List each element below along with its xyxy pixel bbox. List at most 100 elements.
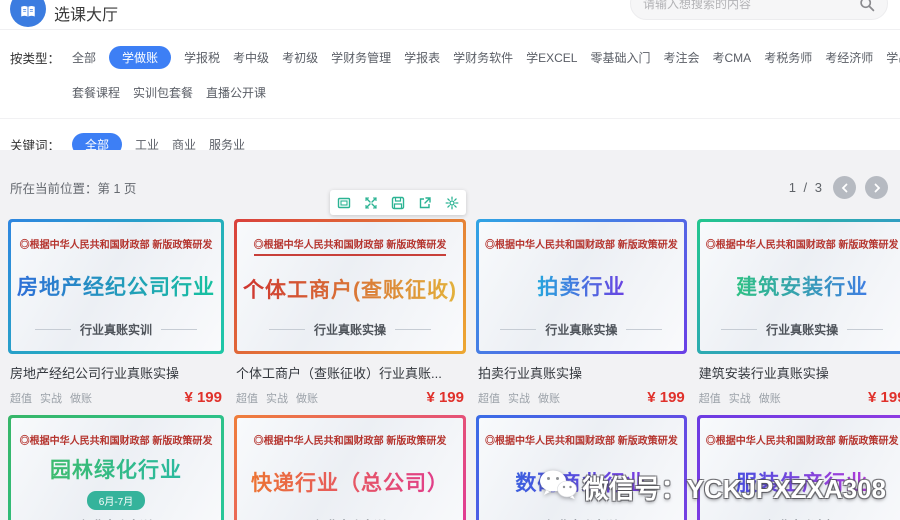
course-card: ◎根据中华人民共和国财政部 新版政策研发 个体工商户(查账征收) 行业真账实操 … bbox=[234, 219, 466, 406]
type-tab-cma[interactable]: 考CMA bbox=[713, 46, 752, 69]
banner-policy-text: ◎根据中华人民共和国财政部 新版政策研发 bbox=[254, 432, 447, 447]
search-box[interactable] bbox=[630, 0, 888, 20]
banner-subtitle: 行业真账实操 bbox=[500, 321, 662, 338]
chevron-right-icon bbox=[872, 183, 882, 193]
banner-subtitle: 行业真账实操 bbox=[721, 321, 883, 338]
banner-policy-text: ◎根据中华人民共和国财政部 新版政策研发 bbox=[706, 432, 899, 447]
pagination: 1 / 3 bbox=[789, 176, 888, 199]
banner-title: 服装生产行业 bbox=[736, 467, 868, 497]
type-filter-label: 按类型： bbox=[10, 48, 72, 67]
course-card: ◎根据中华人民共和国财政部 新版政策研发 服装生产行业 行业真账实操 bbox=[697, 415, 900, 520]
course-banner[interactable]: ◎根据中华人民共和国财政部 新版政策研发 园林绿化行业 6月-7月 行业真账实训 bbox=[8, 415, 224, 520]
type-tab-excel[interactable]: 学EXCEL bbox=[526, 46, 577, 69]
book-icon bbox=[10, 0, 46, 27]
type-tab-zero-basis[interactable]: 零基础入门 bbox=[590, 46, 650, 69]
course-banner[interactable]: ◎根据中华人民共和国财政部 新版政策研发 房地产经纪公司行业 行业真账实训 bbox=[8, 219, 224, 354]
type-tab-economist[interactable]: 考经济师 bbox=[825, 46, 873, 69]
settings-icon[interactable] bbox=[445, 196, 459, 210]
tag: 做账 bbox=[70, 390, 92, 406]
type-tab-cashier[interactable]: 学出纳 bbox=[886, 46, 900, 69]
type-tab-all[interactable]: 全部 bbox=[72, 46, 96, 69]
tag: 超值 bbox=[478, 390, 500, 406]
banner-title: 快递行业（总公司） bbox=[251, 467, 449, 497]
course-card: ◎根据中华人民共和国财政部 新版政策研发 建筑安装行业 行业真账实操 建筑安装行… bbox=[697, 219, 900, 406]
tag: 做账 bbox=[759, 390, 781, 406]
banner-subtitle: 行业真账实操 bbox=[269, 321, 431, 338]
page-count: 1 / 3 bbox=[789, 180, 824, 195]
type-tab-training-package[interactable]: 实训包套餐 bbox=[133, 81, 193, 104]
banner-policy-text: ◎根据中华人民共和国财政部 新版政策研发 bbox=[485, 236, 678, 251]
banner-title: 个体工商户(查账征收) bbox=[243, 274, 457, 304]
tag: 做账 bbox=[538, 390, 560, 406]
banner-title: 建筑安装行业 bbox=[736, 271, 868, 301]
banner-subtitle: 行业真账实训 bbox=[35, 321, 197, 338]
course-tags: 超值 实战 做账 bbox=[236, 390, 318, 406]
current-location-text: 所在当前位置：第 1 页 bbox=[10, 178, 136, 197]
banner-title: 数码商业行业 bbox=[515, 467, 647, 497]
course-banner[interactable]: ◎根据中华人民共和国财政部 新版政策研发 建筑安装行业 行业真账实操 bbox=[697, 219, 900, 354]
chevron-left-icon bbox=[840, 183, 850, 193]
banner-policy-text: ◎根据中华人民共和国财政部 新版政策研发 bbox=[485, 432, 678, 447]
course-card: ◎根据中华人民共和国财政部 新版政策研发 数码商业行业 行业真账实训 bbox=[476, 415, 687, 520]
course-banner[interactable]: ◎根据中华人民共和国财政部 新版政策研发 拍卖行业 行业真账实操 bbox=[476, 219, 687, 354]
type-tab-beginner[interactable]: 考初级 bbox=[282, 46, 318, 69]
tag: 实战 bbox=[40, 390, 62, 406]
banner-policy-text: ◎根据中华人民共和国财政部 新版政策研发 bbox=[254, 236, 447, 256]
type-tab-cpa[interactable]: 考注会 bbox=[664, 46, 700, 69]
tag: 做账 bbox=[296, 390, 318, 406]
page-title: 选课大厅 bbox=[54, 1, 118, 25]
type-filter-row-1: 按类型： 全部 学做账 学报税 考中级 考初级 学财务管理 学报表 学财务软件 … bbox=[0, 46, 900, 69]
course-title-link[interactable]: 建筑安装行业真账实操 bbox=[699, 363, 900, 382]
course-banner[interactable]: ◎根据中华人民共和国财政部 新版政策研发 数码商业行业 行业真账实训 bbox=[476, 415, 687, 520]
screenshot-toolbar bbox=[330, 190, 466, 215]
tag: 实战 bbox=[508, 390, 530, 406]
course-card: ◎根据中华人民共和国财政部 新版政策研发 园林绿化行业 6月-7月 行业真账实训 bbox=[8, 415, 224, 520]
type-tab-bookkeeping[interactable]: 学做账 bbox=[109, 46, 171, 69]
search-icon[interactable] bbox=[859, 0, 875, 12]
course-info: 个体工商户（查账征收）行业真账... 超值 实战 做账 ¥ 199 bbox=[234, 354, 466, 406]
window-icon[interactable] bbox=[337, 196, 351, 210]
type-tab-tax-filing[interactable]: 学报税 bbox=[184, 46, 220, 69]
save-icon[interactable] bbox=[391, 196, 405, 210]
type-tab-financial-mgmt[interactable]: 学财务管理 bbox=[331, 46, 391, 69]
banner-policy-text: ◎根据中华人民共和国财政部 新版政策研发 bbox=[20, 432, 213, 447]
type-tab-package-course[interactable]: 套餐课程 bbox=[72, 81, 120, 104]
type-filter-row-2: 套餐课程 实训包套餐 直播公开课 bbox=[0, 81, 900, 104]
banner-title: 房地产经纪公司行业 bbox=[17, 271, 215, 301]
type-tab-reports[interactable]: 学报表 bbox=[404, 46, 440, 69]
course-title-link[interactable]: 拍卖行业真账实操 bbox=[478, 363, 685, 382]
next-page-button[interactable] bbox=[865, 176, 888, 199]
type-tab-live-open-class[interactable]: 直播公开课 bbox=[206, 81, 266, 104]
course-info: 房地产经纪公司行业真账实操 超值 实战 做账 ¥ 199 bbox=[8, 354, 224, 406]
course-banner[interactable]: ◎根据中华人民共和国财政部 新版政策研发 快递行业（总公司） 行业真账实训 bbox=[234, 415, 466, 520]
filter-divider bbox=[0, 118, 900, 119]
tag: 实战 bbox=[729, 390, 751, 406]
course-price: ¥ 199 bbox=[647, 389, 685, 406]
course-tags: 超值 实战 做账 bbox=[478, 390, 560, 406]
share-icon[interactable] bbox=[418, 196, 432, 210]
course-banner[interactable]: ◎根据中华人民共和国财政部 新版政策研发 服装生产行业 行业真账实操 bbox=[697, 415, 900, 520]
course-grid-area: 所在当前位置：第 1 页 1 / 3 bbox=[0, 150, 900, 520]
course-price: ¥ 199 bbox=[426, 389, 464, 406]
tag: 超值 bbox=[699, 390, 721, 406]
prev-page-button[interactable] bbox=[833, 176, 856, 199]
tag: 实战 bbox=[266, 390, 288, 406]
course-card: ◎根据中华人民共和国财政部 新版政策研发 快递行业（总公司） 行业真账实训 bbox=[234, 415, 466, 520]
banner-date-badge: 6月-7月 bbox=[87, 491, 145, 510]
tag: 超值 bbox=[10, 390, 32, 406]
fullscreen-icon[interactable] bbox=[364, 196, 378, 210]
course-card: ◎根据中华人民共和国财政部 新版政策研发 房地产经纪公司行业 行业真账实训 房地… bbox=[8, 219, 224, 406]
search-input[interactable] bbox=[643, 0, 859, 11]
course-info: 拍卖行业真账实操 超值 实战 做账 ¥ 199 bbox=[476, 354, 687, 406]
course-info: 建筑安装行业真账实操 超值 实战 做账 ¥ 199 bbox=[697, 354, 900, 406]
course-title-link[interactable]: 个体工商户（查账征收）行业真账... bbox=[236, 363, 464, 382]
type-tab-intermediate[interactable]: 考中级 bbox=[233, 46, 269, 69]
type-tab-tax-agent[interactable]: 考税务师 bbox=[764, 46, 812, 69]
course-title-link[interactable]: 房地产经纪公司行业真账实操 bbox=[10, 363, 222, 382]
filter-panel: 按类型： 全部 学做账 学报税 考中级 考初级 学财务管理 学报表 学财务软件 … bbox=[0, 30, 900, 156]
course-banner[interactable]: ◎根据中华人民共和国财政部 新版政策研发 个体工商户(查账征收) 行业真账实操 bbox=[234, 219, 466, 354]
type-tab-software[interactable]: 学财务软件 bbox=[453, 46, 513, 69]
banner-policy-text: ◎根据中华人民共和国财政部 新版政策研发 bbox=[20, 236, 213, 251]
banner-title: 园林绿化行业 bbox=[50, 454, 182, 484]
course-card: ◎根据中华人民共和国财政部 新版政策研发 拍卖行业 行业真账实操 拍卖行业真账实… bbox=[476, 219, 687, 406]
